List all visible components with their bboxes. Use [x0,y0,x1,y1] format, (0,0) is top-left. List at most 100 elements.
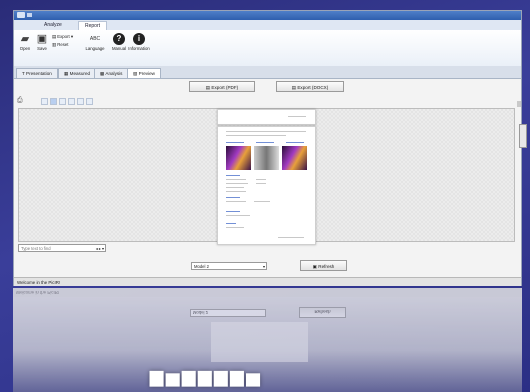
refresh-label: Refresh [318,264,335,269]
save-label: Save [37,46,47,51]
information-label: Information [128,46,150,51]
vertical-scrollbar[interactable] [517,101,521,107]
find-text-input[interactable]: Type text to find ◂ ▸ ▾ [18,244,106,252]
status-bar: Welcome in the PicIR! [14,277,521,286]
page-line [256,179,266,180]
ribbon-tabs: Analyze Report [14,20,521,31]
status-reflection-text: Welcome in the PicIR! [16,290,60,295]
language-icon: ABC [89,36,101,42]
page-line [278,237,304,238]
zoom-fit-icon[interactable] [41,98,48,105]
four-page-icon[interactable] [68,98,75,105]
language-label: Language [85,46,105,51]
reset-icon: ▥ [52,42,57,47]
tab-analysis-label: Analysis [105,71,123,76]
information-button[interactable]: i Information [127,33,151,59]
tab-presentation-label: Presentation [26,71,52,76]
ribbon-panel: ▰ Open ▣ Save ▤ Export ▾ ▥ Reset ABC Lan… [14,30,521,67]
preview-icon: ▧ [133,71,138,76]
find-text-placeholder: Type text to find [21,246,51,251]
find-navigation-icons[interactable]: ◂ ▸ ▾ [96,245,104,252]
page-line [226,227,244,228]
window-reflection: Welcome in the PicIR! Model 2 Refresh [13,288,522,392]
title-bar [14,11,521,20]
page-heading-line [226,211,240,212]
app-window: Analyze Report ▰ Open ▣ Save ▤ Export ▾ … [13,10,522,286]
tab-analysis[interactable]: ▩ Analysis [94,68,129,78]
page-line [226,179,246,180]
reset-button[interactable]: ▥ Reset [52,42,69,48]
two-page-icon[interactable] [59,98,66,105]
quick-access-icon[interactable] [27,13,32,17]
page-line [226,215,250,216]
export-icon: ▤ [52,34,57,39]
six-page-icon[interactable] [77,98,84,105]
info-icon: i [133,33,145,45]
page-line [226,187,244,188]
eight-page-icon[interactable] [86,98,93,105]
export-pdf-button[interactable]: ▤ Export (PDF) [189,81,255,92]
reset-label: Reset [57,42,69,47]
refresh-button-reflection: Refresh [299,307,346,318]
tab-preview-label: Preview [138,71,155,76]
page-heading-line [226,142,244,143]
refresh-button[interactable]: ▣ Refresh [300,260,347,271]
measured-icon: ▦ [64,71,69,76]
page-line [226,191,246,192]
save-icon: ▣ [36,33,48,45]
status-reflection: Welcome in the PicIR! [13,288,522,297]
print-icon[interactable]: ⎙ [17,97,23,105]
language-button[interactable]: ABC Language [82,33,108,59]
template-select[interactable]: Model 2 ▾ [191,262,267,270]
refresh-reflection-label: Refresh [314,309,331,314]
page-heading-line [226,223,236,224]
page-line [226,135,286,136]
single-page-icon[interactable] [50,98,57,105]
page-line [226,201,246,202]
page-heading-line [226,175,240,176]
document-preview[interactable] [18,108,515,245]
export-label: Export ▾ [57,34,74,39]
page-line [254,201,270,202]
previous-page [217,109,316,125]
side-panel-handle[interactable] [519,124,527,148]
template-select-value: Model 2 [194,264,209,269]
export-docx-button[interactable]: ▤ Export (DOCX) [276,81,344,92]
page-line [288,116,306,117]
chevron-down-icon: ▾ [262,264,265,269]
tab-measured[interactable]: ▦ Measured [58,68,97,78]
export-menu-button[interactable]: ▤ Export ▾ [52,34,73,40]
export-docx-label: Export (DOCX) [297,85,329,90]
manual-label: Manual [111,46,127,51]
folder-icon: ▰ [20,33,30,45]
presentation-icon: T [22,71,25,76]
tab-analyze[interactable]: Analyze [38,21,68,30]
status-text: Welcome in the PicIR! [17,280,61,285]
thermal-image [226,146,251,170]
docx-icon: ▤ [291,85,297,90]
thermal-image [282,146,307,170]
template-select-reflection: Model 2 [190,309,266,317]
visual-image [254,146,279,170]
page-heading-line [226,197,240,198]
app-menu-icon[interactable] [17,12,25,18]
promo-banner-text: ▆▅▆▆▆▆▅ [150,367,263,386]
analysis-icon: ▩ [100,71,105,76]
page-line [226,183,248,184]
manual-button[interactable]: ? Manual [109,33,129,59]
save-button[interactable]: ▣ Save [32,33,52,59]
help-icon: ? [113,33,125,45]
tab-preview[interactable]: ▧ Preview [127,68,161,78]
document-tabs: T Presentation ▦ Measured ▩ Analysis ▧ P… [14,66,521,79]
page-line [256,183,266,184]
template-reflection-value: Model 2 [193,310,208,315]
tab-measured-label: Measured [69,71,91,76]
tab-presentation[interactable]: T Presentation [16,68,58,78]
report-page [217,126,316,245]
page-reflection [211,322,308,362]
page-heading-line [286,142,304,143]
export-pdf-label: Export (PDF) [211,85,239,90]
page-line [226,131,306,132]
refresh-icon: ▣ [312,264,317,269]
pdf-icon: ▤ [205,85,211,90]
